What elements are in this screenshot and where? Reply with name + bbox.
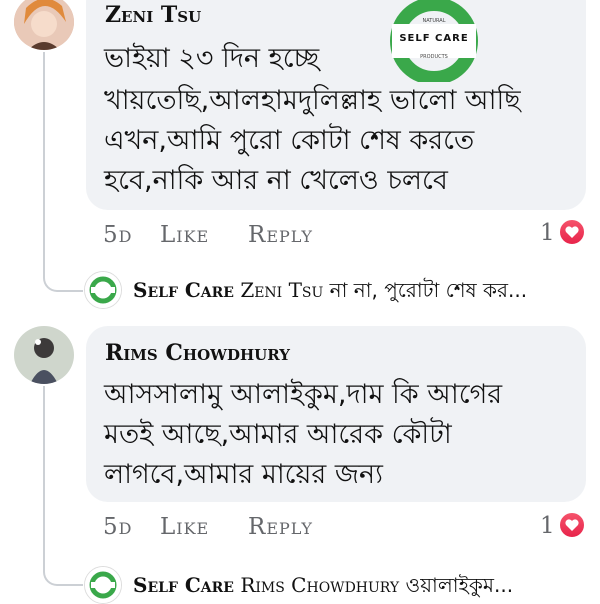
heart-icon xyxy=(558,218,586,246)
avatar-self-care[interactable] xyxy=(84,566,122,604)
avatar-self-care[interactable] xyxy=(84,271,122,309)
reply-snippet: ওয়ালাইকুম... xyxy=(405,573,514,597)
logo-top-text: NATURAL xyxy=(422,18,446,24)
like-link[interactable]: Like xyxy=(160,514,209,540)
self-care-logo: NATURAL SELF CARE PRODUCTS xyxy=(390,0,478,85)
comment-text-line: হবে,নাকি আর না খেলেও চলবে xyxy=(104,165,448,196)
comment-text-line: মতই আছে,আমার আরেক কৌটা xyxy=(104,419,452,450)
reaction-count: 1 xyxy=(540,220,556,246)
heart-icon xyxy=(558,511,586,539)
reply-link[interactable]: Reply xyxy=(248,514,313,540)
comment-author[interactable]: Zeni Tsu xyxy=(105,2,201,28)
logo-main-text: SELF CARE xyxy=(399,33,469,44)
comment-text-line: আসসালামু আলাইকুম,দাম কি আগের xyxy=(104,379,503,410)
comment-text-line: লাগবে,আমার মায়ের জন্য xyxy=(104,459,383,490)
comment-time[interactable]: 5d xyxy=(103,222,132,248)
thread-line xyxy=(43,52,83,292)
reaction-count: 1 xyxy=(540,513,556,539)
comment-time[interactable]: 5d xyxy=(103,514,132,540)
reply-preview[interactable]: Self Care Rims Chowdhury ওয়ালাইকুম... xyxy=(133,571,513,604)
comment-text-line: ভাইয়া ২৩ দিন হচ্ছে xyxy=(104,43,320,74)
avatar-rims-chowdhury[interactable] xyxy=(14,326,74,384)
thread-line xyxy=(43,386,83,586)
reply-mention: Rims Chowdhury xyxy=(240,573,400,597)
comment-text-line: এখন,আমি পুরো কোটা শেষ করতে xyxy=(104,125,475,156)
reply-author: Self Care xyxy=(133,278,234,302)
avatar-zeni-tsu[interactable] xyxy=(14,0,74,50)
like-link[interactable]: Like xyxy=(160,222,209,248)
comment-author[interactable]: Rims Chowdhury xyxy=(105,340,290,366)
comment-text-line: খায়তেছি,আলহামদুলিল্লাহ ভালো আছি xyxy=(104,85,521,116)
reply-author: Self Care xyxy=(133,573,234,597)
reply-link[interactable]: Reply xyxy=(248,222,313,248)
reply-preview[interactable]: Self Care Zeni Tsu না না, পুরোটা শেষ কর.… xyxy=(133,276,527,309)
reply-snippet: না না, পুরোটা শেষ কর... xyxy=(329,278,528,302)
logo-bottom-text: PRODUCTS xyxy=(420,54,448,60)
reply-mention: Zeni Tsu xyxy=(240,278,324,302)
